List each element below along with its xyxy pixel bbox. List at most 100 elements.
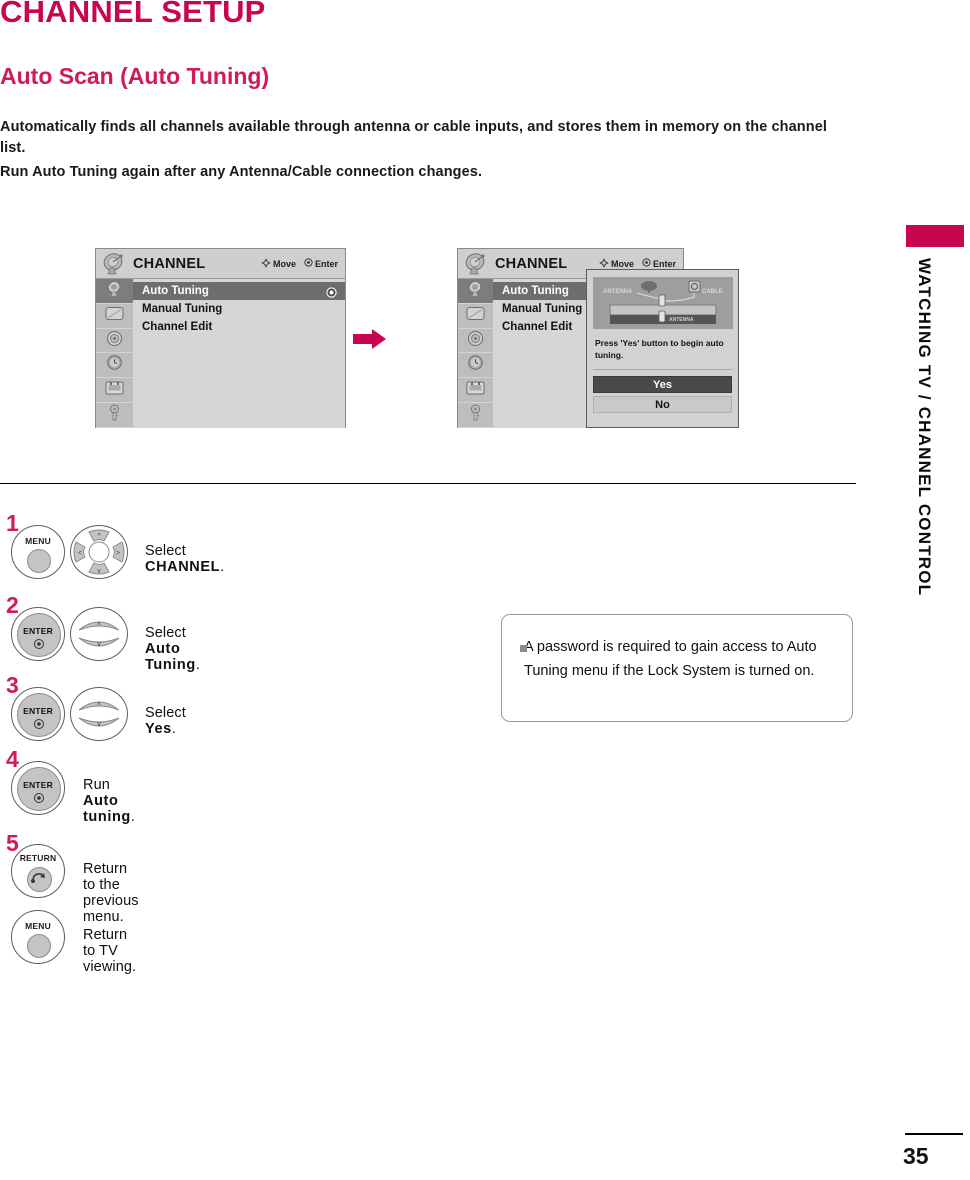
- enter-button-label: ENTER: [23, 706, 53, 716]
- dialog-message: Press 'Yes' button to begin auto tuning.: [595, 338, 724, 360]
- step-3-text: Select Yes.: [145, 705, 186, 737]
- section-title: Auto Scan (Auto Tuning): [0, 63, 270, 89]
- step-3-text-prefix: Select: [145, 705, 186, 721]
- enter-dot-icon: [34, 719, 44, 729]
- osd-hints: Move Enter: [599, 257, 676, 270]
- square-bullet-icon: [520, 645, 527, 652]
- svg-text:ANTENNA: ANTENNA: [603, 289, 633, 295]
- osd-hint-move-label: Move: [272, 258, 296, 269]
- step-number: 4: [6, 746, 19, 772]
- svg-text:ANTENNA: ANTENNA: [669, 317, 694, 323]
- picture-tv-icon: [105, 306, 124, 326]
- step-number: 5: [6, 830, 19, 856]
- step-6-text-prefix: Return to TV viewing.: [83, 927, 137, 975]
- step-number: 3: [6, 672, 19, 698]
- osd-item-channel-edit[interactable]: Channel Edit: [133, 318, 345, 336]
- channel-dish-icon: [106, 280, 123, 302]
- time-clock-icon: [106, 354, 123, 376]
- osd-menu-title: CHANNEL: [495, 255, 568, 272]
- page-title: CHANNEL SETUP: [0, 0, 266, 29]
- step-2-text-suffix: .: [195, 657, 200, 673]
- enter-button-label: ENTER: [23, 780, 53, 790]
- up-down-icon: ^ v: [78, 621, 120, 648]
- channel-dish-icon: [467, 280, 484, 302]
- osd-menu-title: CHANNEL: [133, 255, 206, 272]
- rail-item-option[interactable]: [96, 378, 133, 404]
- section-divider: [0, 483, 856, 484]
- right-arrow-icon: [352, 327, 388, 351]
- menu-button-label: MENU: [25, 536, 51, 546]
- rail-item-time[interactable]: [96, 353, 133, 379]
- navigation-dpad[interactable]: ^ v < >: [70, 525, 128, 579]
- step-5-text: Return to the previous menu.: [83, 861, 139, 925]
- osd-category-rail: [96, 279, 133, 428]
- menu-button-dot: [27, 549, 51, 573]
- dialog-separator: [593, 369, 732, 370]
- osd-hint-enter: Enter: [642, 258, 676, 269]
- osd-hint-enter-label: Enter: [652, 258, 676, 269]
- step-3-text-suffix: .: [171, 721, 176, 737]
- rail-item-lock[interactable]: [96, 403, 133, 428]
- step-1-text-suffix: .: [220, 559, 225, 575]
- rail-item-channel[interactable]: [96, 279, 133, 304]
- step-4-text-bold: Auto tuning: [83, 793, 131, 825]
- page-number: 35: [903, 1143, 929, 1169]
- lock-key-icon: [108, 404, 121, 426]
- side-tab-marker: [906, 225, 964, 247]
- menu-button[interactable]: MENU: [11, 910, 65, 964]
- osd-hint-move: Move: [599, 257, 634, 270]
- enter-button-label: ENTER: [23, 626, 53, 636]
- osd-item-manual-tuning[interactable]: Manual Tuning: [133, 300, 345, 318]
- side-tab-label: WATCHING TV / CHANNEL CONTROL: [915, 258, 934, 597]
- svg-text:<: <: [78, 550, 82, 557]
- step-1-text: Select CHANNEL.: [145, 543, 224, 575]
- enter-button[interactable]: ENTER: [11, 687, 65, 741]
- auto-tuning-confirm-dialog: ANTENNA CABLE ANTENNA Press 'Yes' button…: [586, 269, 739, 428]
- enter-dot-icon: [304, 258, 313, 269]
- satellite-dish-icon: [99, 252, 129, 276]
- rail-item-picture[interactable]: [458, 304, 493, 329]
- svg-text:v: v: [97, 639, 101, 648]
- dialog-yes-button[interactable]: Yes: [593, 376, 732, 393]
- rail-item-channel[interactable]: [458, 279, 493, 304]
- enter-dot-icon: [34, 639, 44, 649]
- rail-item-time[interactable]: [458, 353, 493, 379]
- step-5-text-prefix: Return to the previous menu.: [83, 861, 139, 925]
- note-text: A password is required to gain access to…: [524, 639, 817, 679]
- osd-item-label: Manual Tuning: [502, 303, 583, 315]
- step-4-text-prefix: Run: [83, 777, 110, 793]
- step-1-text-prefix: Select: [145, 543, 186, 559]
- dialog-no-button[interactable]: No: [593, 396, 732, 413]
- osd-item-auto-tuning[interactable]: Auto Tuning: [133, 282, 345, 300]
- up-down-button[interactable]: ^ v: [70, 607, 128, 661]
- osd-item-list: Auto Tuning Manual Tuning Channel Edit: [133, 279, 345, 428]
- osd-screenshot-before: CHANNEL Move Enter Auto Tuning Manual Tu…: [95, 248, 346, 428]
- enter-button[interactable]: ENTER: [11, 607, 65, 661]
- menu-button[interactable]: MENU: [11, 525, 65, 579]
- rail-item-option[interactable]: [458, 378, 493, 404]
- svg-text:>: >: [116, 550, 120, 557]
- up-down-button[interactable]: ^ v: [70, 687, 128, 741]
- step-number: 1: [6, 510, 19, 536]
- return-button-label: RETURN: [19, 853, 57, 863]
- note-box: A password is required to gain access to…: [501, 614, 853, 722]
- osd-category-rail: [458, 279, 493, 428]
- rail-item-audio[interactable]: [458, 329, 493, 354]
- svg-text:v: v: [97, 568, 101, 575]
- osd-item-label: Auto Tuning: [502, 285, 569, 297]
- return-button[interactable]: RETURN: [11, 844, 65, 898]
- picture-tv-icon: [466, 306, 485, 326]
- enter-button[interactable]: ENTER: [11, 761, 65, 815]
- menu-button-dot: [27, 934, 51, 958]
- option-card-icon: [466, 381, 485, 400]
- osd-hint-move-label: Move: [610, 258, 634, 269]
- osd-hints: Move Enter: [261, 257, 338, 270]
- step-6-text: Return to TV viewing.: [83, 927, 136, 975]
- rail-item-audio[interactable]: [96, 329, 133, 354]
- option-card-icon: [105, 381, 124, 400]
- rail-item-lock[interactable]: [458, 403, 493, 428]
- step-1-text-bold: CHANNEL: [145, 559, 221, 575]
- rail-item-picture[interactable]: [96, 304, 133, 329]
- return-arrow-icon: [31, 873, 45, 883]
- up-down-icon: ^ v: [78, 701, 120, 728]
